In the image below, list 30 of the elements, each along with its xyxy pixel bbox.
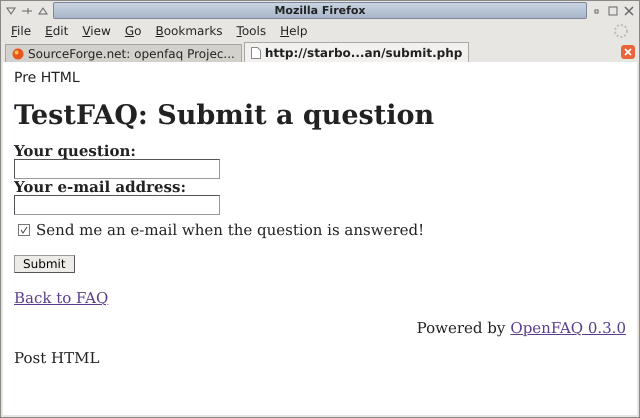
menu-item[interactable]: Go: [124, 24, 142, 38]
post-html-text: Post HTML: [14, 349, 100, 367]
maximize-icon[interactable]: [607, 4, 619, 16]
menu-item[interactable]: Help: [280, 24, 308, 38]
checkbox[interactable]: [18, 224, 30, 236]
menu-item[interactable]: Tools: [236, 24, 266, 38]
page-heading: TestFAQ: Submit a question: [14, 100, 436, 131]
window-title: Mozilla Firefox: [53, 2, 587, 19]
back-link[interactable]: Back to FAQ: [14, 289, 108, 307]
powered-by-text: Powered by: [416, 319, 506, 337]
window-menu-icon[interactable]: [5, 4, 17, 16]
menu-item[interactable]: File: [11, 24, 32, 38]
openfaq-link[interactable]: OpenFAQ 0.3.0: [510, 319, 626, 337]
browser-tab[interactable]: http://starbo...an/submit.php: [244, 42, 470, 62]
menu-item[interactable]: Bookmarks: [155, 24, 223, 38]
checkbox-label: Send me an e-mail when the question is answered!: [36, 221, 424, 239]
menu-item[interactable]: Edit: [45, 24, 68, 38]
field-label: Your e-mail address:: [14, 179, 187, 195]
input-field[interactable]: [14, 159, 220, 179]
pre-html-text: Pre HTML: [14, 70, 81, 86]
browser-tab[interactable]: SourceForge.net: openfaq Projec...: [5, 44, 242, 62]
close-icon[interactable]: [623, 4, 635, 16]
close-tab-icon[interactable]: [621, 45, 635, 59]
field-label: Your question:: [14, 143, 137, 159]
submit-button[interactable]: Submit: [14, 255, 75, 273]
input-field[interactable]: [14, 195, 220, 215]
document-icon: [250, 46, 261, 58]
shade-icon[interactable]: [37, 4, 49, 16]
menu-item[interactable]: View: [82, 24, 111, 38]
throbber-icon: [613, 23, 629, 39]
